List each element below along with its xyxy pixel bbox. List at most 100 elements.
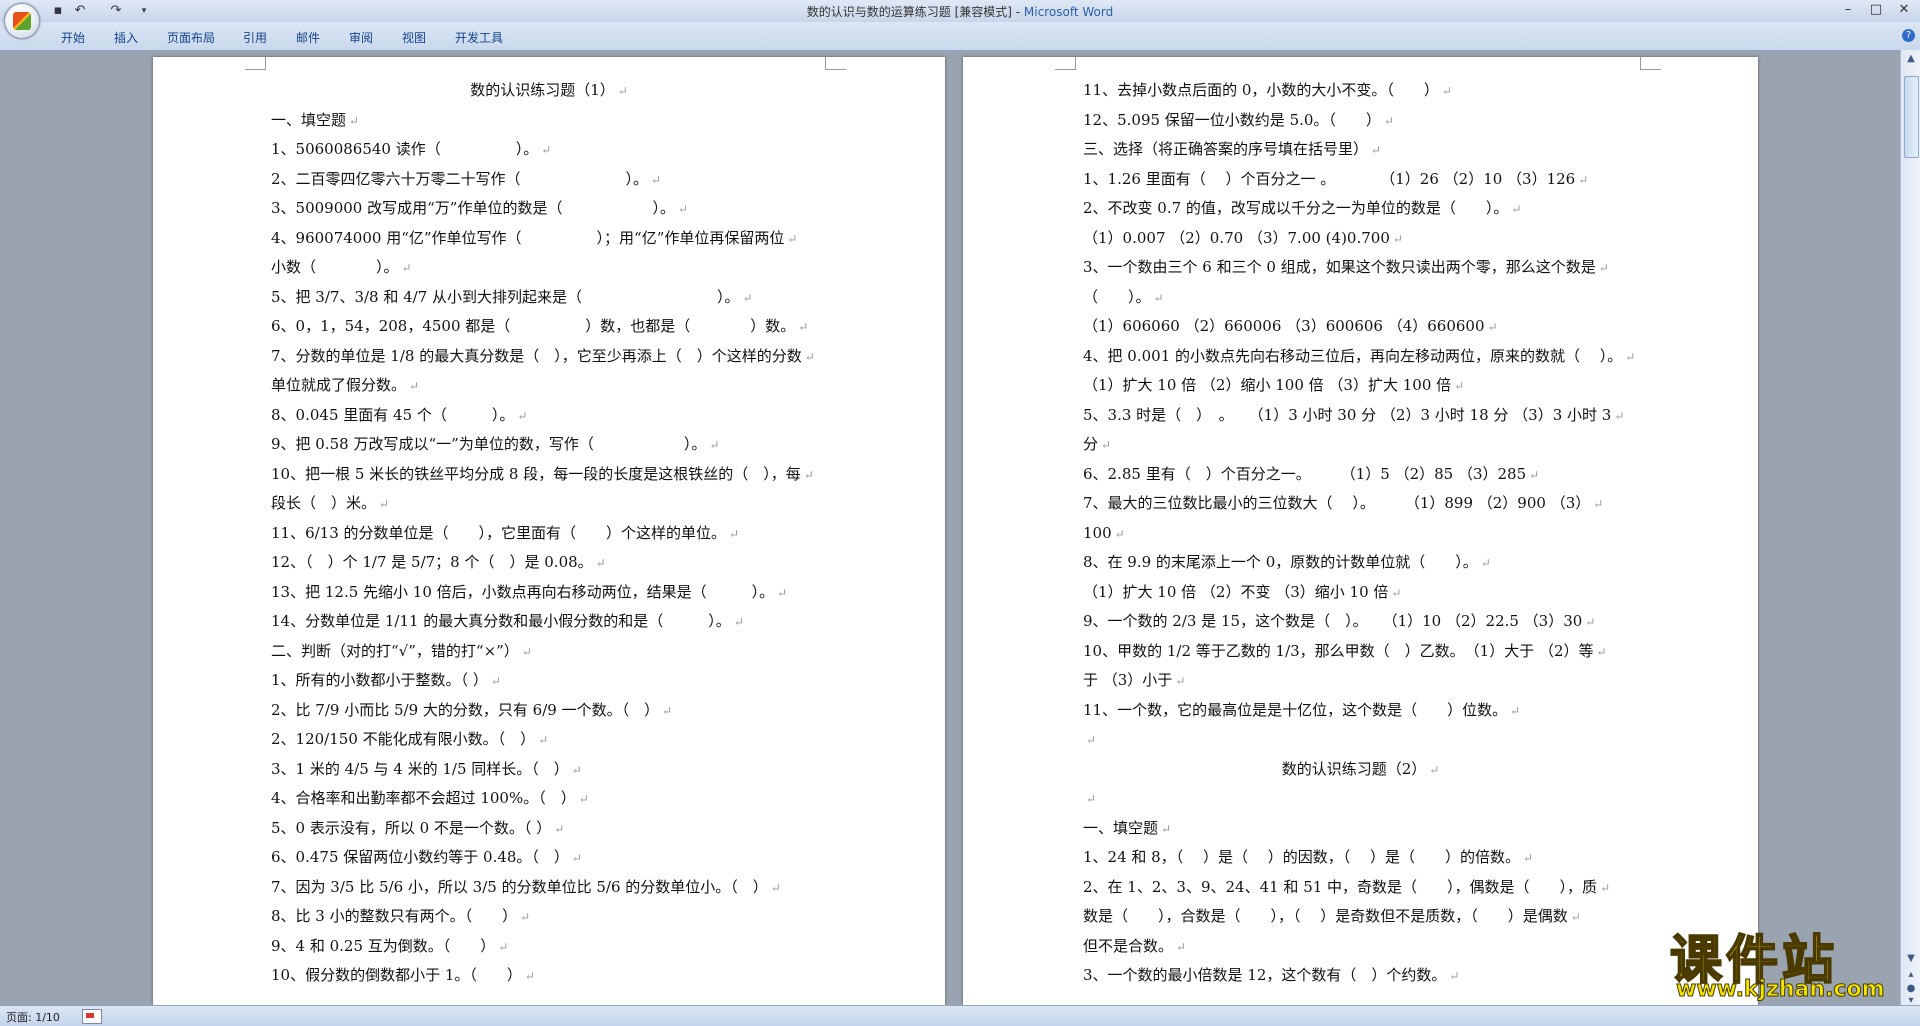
text-line[interactable]: 数是（ ），合数是（ ），（ ）是奇数但不是质数，（ ）是偶数 ↵: [1083, 906, 1581, 927]
text-line[interactable]: 4、960074000 用“亿”作单位写作（ ）；用“亿”作单位再保留两位 ↵: [271, 228, 797, 249]
text-line[interactable]: （1）606060 （2）660006 （3）600606 （4）660600 ↵: [1083, 316, 1498, 337]
text-line[interactable]: 5、把 3/7、3/8 和 4/7 从小到大排列起来是（ ）。 ↵: [271, 287, 753, 308]
text-line[interactable]: 9、一个数的 2/3 是 15，这个数是（ ）。 （1）10 （2）22.5 （…: [1083, 611, 1595, 632]
tab-mailings[interactable]: 邮件: [296, 29, 320, 46]
text-line[interactable]: 2、不改变 0.7 的值，改写成以千分之一为单位的数是（ ）。 ↵: [1083, 198, 1522, 219]
window-title: 数的认识与数的运算练习题 [兼容模式] - Microsoft Word: [0, 3, 1920, 20]
text-line[interactable]: 6、0.475 保留两位小数约等于 0.48。（ ） ↵: [271, 847, 582, 868]
page-count[interactable]: 页面: 1/10: [6, 1009, 60, 1025]
text-line[interactable]: （1）扩大 10 倍 （2）缩小 100 倍 （3）扩大 100 倍 ↵: [1083, 375, 1464, 396]
text-line[interactable]: （1）0.007 （2）0.70 （3）7.00 (4)0.700 ↵: [1083, 228, 1403, 249]
office-button[interactable]: [4, 3, 40, 39]
text-line[interactable]: 小数（ ）。 ↵: [271, 257, 412, 278]
text-line[interactable]: ↵: [1083, 788, 1096, 809]
text-line[interactable]: 一、填空题 ↵: [271, 110, 359, 131]
text-line[interactable]: （ ）。 ↵: [1083, 287, 1164, 308]
text-line[interactable]: 3、5009000 改写成用“万”作单位的数是（ ）。 ↵: [271, 198, 688, 219]
text-line[interactable]: 11、去掉小数点后面的 0，小数的大小不变。（ ） ↵: [1083, 80, 1452, 101]
margin-corner: [825, 57, 846, 70]
text-line[interactable]: 1、24 和 8，（ ）是（ ）的因数，（ ）是（ ）的倍数。 ↵: [1083, 847, 1533, 868]
line-text: 数的认识练习题（2）: [1281, 759, 1427, 778]
text-line[interactable]: 3、一个数由三个 6 和三个 0 组成，如果这个数只读出两个零，那么这个数是 ↵: [1083, 257, 1609, 278]
text-line[interactable]: 13、把 12.5 先缩小 10 倍后，小数点再向右移动两位，结果是（ ）。 ↵: [271, 582, 787, 603]
text-line[interactable]: 3、1 米的 4/5 与 4 米的 1/5 同样长。（ ） ↵: [271, 759, 582, 780]
text-line[interactable]: 于 （3）小于 ↵: [1083, 670, 1185, 691]
paragraph-mark-icon: ↵: [662, 703, 673, 718]
text-line[interactable]: 11、一个数，它的最高位是是十亿位，这个数是（ ）位数。 ↵: [1083, 700, 1520, 721]
text-line[interactable]: 1、5060086540 读作（ ）。 ↵: [271, 139, 551, 160]
text-line[interactable]: 2、二百零四亿零六十万零二十写作（ ）。 ↵: [271, 169, 661, 190]
vertical-scrollbar[interactable]: ▲ ▼ ▴ ● ▾: [1900, 50, 1920, 1006]
help-icon[interactable]: ?: [1902, 29, 1915, 42]
text-line[interactable]: 单位就成了假分数。 ↵: [271, 375, 419, 396]
paragraph-mark-icon: ↵: [1598, 261, 1609, 275]
text-line[interactable]: 9、把 0.58 万改写成以“一”为单位的数，写作（ ）。 ↵: [271, 434, 719, 455]
text-line[interactable]: 100 ↵: [1083, 523, 1125, 544]
text-line[interactable]: 6、2.85 里有（ ）个百分之一。 （1）5 （2）85 （3）285 ↵: [1083, 464, 1539, 485]
scroll-down-icon[interactable]: ▼: [1904, 952, 1918, 966]
text-line[interactable]: 12、（ ）个 1/7 是 5/7；8 个（ ）是 0.08。 ↵: [271, 552, 606, 573]
text-line[interactable]: 9、4 和 0.25 互为倒数。（ ） ↵: [271, 936, 508, 957]
text-line[interactable]: 5、3.3 时是（ ） 。 （1）3 小时 30 分 （2）3 小时 18 分 …: [1083, 405, 1624, 426]
close-icon[interactable]: ✕: [1892, 1, 1916, 19]
text-line[interactable]: 3、一个数的最小倍数是 12，这个数有（ ）个约数。 ↵: [1083, 965, 1459, 986]
line-text: 12、5.095 保留一位小数约是 5.0。（ ）: [1083, 110, 1381, 129]
tab-developer[interactable]: 开发工具: [455, 29, 503, 46]
document-page-left[interactable]: 数的认识练习题（1） ↵ 一、填空题 ↵ 1、5060086540 读作（ ）。 ↵ 2、二…: [153, 57, 945, 1005]
text-line[interactable]: 14、分数单位是 1/11 的最大真分数和最小假分数的和是（ ）。 ↵: [271, 611, 744, 632]
text-line[interactable]: 7、因为 3/5 比 5/6 小，所以 3/5 的分数单位比 5/6 的分数单位…: [271, 877, 781, 898]
proofing-icon[interactable]: [82, 1009, 102, 1024]
text-line[interactable]: 分 ↵: [1083, 434, 1111, 455]
previous-page-icon[interactable]: ▴: [1904, 968, 1918, 982]
document-page-right[interactable]: 11、去掉小数点后面的 0，小数的大小不变。（ ） ↵ 12、5.095 保留一位小…: [963, 57, 1758, 1005]
line-text: 分: [1083, 435, 1099, 453]
text-line[interactable]: 7、最大的三位数比最小的三位数大（ ）。 （1）899 （2）900 （3） ↵: [1083, 493, 1603, 514]
text-line[interactable]: 1、1.26 里面有（ ）个百分之一 。 （1）26 （2）10 （3）126 ↵: [1083, 169, 1588, 190]
text-line[interactable]: 10、把一根 5 米长的铁丝平均分成 8 段，每一段的长度是这根铁丝的（ ），每…: [271, 464, 814, 485]
line-text: 单位就成了假分数。: [271, 376, 407, 394]
tab-review[interactable]: 审阅: [349, 29, 373, 46]
tab-page-layout[interactable]: 页面布局: [167, 29, 215, 46]
text-line[interactable]: 二、判断（对的打“√”，错的打“×”） ↵: [271, 641, 532, 662]
line-text: 3、一个数由三个 6 和三个 0 组成，如果这个数只读出两个零，那么这个数是: [1083, 258, 1596, 276]
text-line[interactable]: 4、合格率和出勤率都不会超过 100%。（ ） ↵: [271, 788, 589, 809]
text-line[interactable]: 10、甲数的 1/2 等于乙数的 1/3，那么甲数（ ）乙数。 （1）大于 （2…: [1083, 641, 1607, 662]
text-line[interactable]: 11、6/13 的分数单位是（ ），它里面有（ ）个这样的单位。 ↵: [271, 523, 739, 544]
text-line[interactable]: 2、比 7/9 小而比 5/9 大的分数，只有 6/9 一个数。（ ） ↵: [271, 700, 672, 721]
line-text: 4、合格率和出勤率都不会超过 100%。（ ）: [271, 789, 576, 807]
paragraph-mark-icon: ↵: [1101, 438, 1112, 452]
text-line[interactable]: 2、在 1、2、3、9、24、41 和 51 中，奇数是（ ），偶数是（ ），质…: [1083, 877, 1610, 898]
text-line[interactable]: 10、假分数的倒数都小于 1。（ ） ↵: [271, 965, 535, 986]
scroll-up-icon[interactable]: ▲: [1904, 52, 1918, 66]
text-line[interactable]: 1、所有的小数都小于整数。（ ） ↵: [271, 670, 501, 691]
text-line[interactable]: 7、分数的单位是 1/8 的最大真分数是（ ），它至少再添上（ ）个这样的分数 ↵: [271, 346, 815, 367]
text-line[interactable]: ↵: [1083, 729, 1096, 750]
scroll-thumb[interactable]: [1904, 76, 1919, 158]
text-line[interactable]: 5、0 表示没有，所以 0 不是一个数。（ ） ↵: [271, 818, 564, 839]
line-text: 二、判断（对的打“√”，错的打“×”）: [271, 641, 519, 660]
text-line[interactable]: 但不是合数。 ↵: [1083, 936, 1186, 957]
text-line[interactable]: 6、0，1，54，208，4500 都是（ ）数，也都是（ ）数。 ↵: [271, 316, 808, 337]
text-line[interactable]: （1）扩大 10 倍 （2）不变 （3）缩小 10 倍 ↵: [1083, 582, 1401, 603]
text-line[interactable]: 数的认识练习题（1） ↵: [153, 80, 945, 101]
tab-references[interactable]: 引用: [243, 29, 267, 46]
text-line[interactable]: 一、填空题 ↵: [1083, 818, 1171, 839]
restore-icon[interactable]: □: [1864, 1, 1888, 19]
text-line[interactable]: 12、5.095 保留一位小数约是 5.0。（ ） ↵: [1083, 110, 1394, 131]
text-line[interactable]: 数的认识练习题（2） ↵: [963, 759, 1758, 780]
minimize-icon[interactable]: –: [1836, 1, 1860, 19]
text-line[interactable]: 2、120/150 不能化成有限小数。（ ） ↵: [271, 729, 548, 750]
text-line[interactable]: 三、选择（将正确答案的序号填在括号里） ↵: [1083, 139, 1381, 160]
text-line[interactable]: 段长（ ）米。 ↵: [271, 493, 389, 514]
text-line[interactable]: 8、0.045 里面有 45 个（ ）。 ↵: [271, 405, 527, 426]
paragraph-mark-icon: ↵: [1487, 320, 1498, 334]
tab-home[interactable]: 开始: [61, 29, 85, 46]
text-line[interactable]: 4、把 0.001 的小数点先向右移动三位后，再向左移动两位，原来的数就（ ）。…: [1083, 346, 1635, 367]
paragraph-mark-icon: ↵: [1383, 113, 1394, 128]
tab-insert[interactable]: 插入: [114, 29, 138, 46]
text-line[interactable]: 8、在 9.9 的末尾添上一个 0，原数的计数单位就（ ）。 ↵: [1083, 552, 1491, 573]
text-line[interactable]: 8、比 3 小的整数只有两个。（ ） ↵: [271, 906, 530, 927]
line-text: 5、把 3/7、3/8 和 4/7 从小到大排列起来是（ ）。: [271, 287, 740, 306]
tab-view[interactable]: 视图: [402, 29, 426, 46]
line-text: 4、960074000 用“亿”作单位写作（ ）；用“亿”作单位再保留两位: [271, 228, 785, 247]
